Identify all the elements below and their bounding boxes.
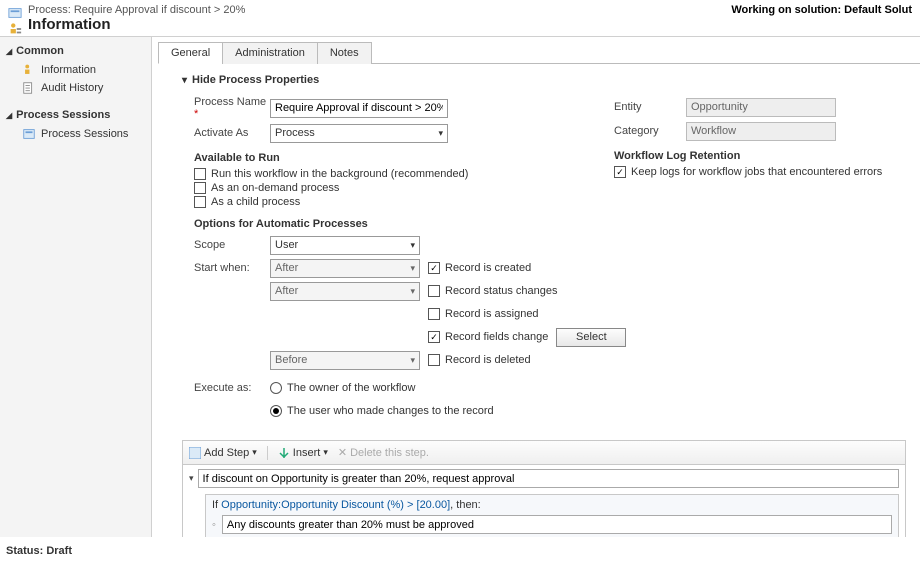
execute-as-label: Execute as: <box>194 382 270 394</box>
keep-logs-checkbox[interactable]: ✓Keep logs for workflow jobs that encoun… <box>614 166 882 178</box>
select-fields-button[interactable]: Select <box>556 328 626 347</box>
start-after-select-1[interactable]: After▾ <box>270 259 420 278</box>
inner-step-description-input[interactable] <box>222 515 892 534</box>
sidebar-item-information[interactable]: Information <box>6 61 145 79</box>
info-small-icon <box>22 63 36 77</box>
process-name-label: Process Name * <box>194 96 270 120</box>
record-deleted-checkbox[interactable]: Record is deleted <box>428 354 531 366</box>
scope-label: Scope <box>194 239 270 251</box>
sidebar-group-sessions[interactable]: ◢ Process Sessions <box>6 109 145 121</box>
execute-owner-radio[interactable]: The owner of the workflow <box>270 382 415 394</box>
activate-as-select[interactable]: Process▾ <box>270 124 448 143</box>
tabs: General Administration Notes <box>158 41 920 64</box>
sidebar: ◢ Common Information Audit History ◢ Pro… <box>0 37 152 537</box>
sidebar-item-sessions[interactable]: Process Sessions <box>6 125 145 143</box>
solution-label: Working on solution: Default Solut <box>731 4 912 36</box>
condition-block: If Opportunity:Opportunity Discount (%) … <box>205 494 899 537</box>
start-before-select[interactable]: Before▾ <box>270 351 420 370</box>
options-title: Options for Automatic Processes <box>194 218 906 230</box>
add-step-button[interactable]: Add Step▾ <box>189 447 257 459</box>
step-toolbar: Add Step▾ Insert▾ ✕ Delete this step. <box>182 440 906 464</box>
delete-step-button: ✕ Delete this step. <box>338 446 429 459</box>
log-retention-title: Workflow Log Retention <box>614 150 882 162</box>
condition-link[interactable]: Opportunity:Opportunity Discount (%) > [… <box>221 499 450 511</box>
process-title: Process: Require Approval if discount > … <box>28 4 245 16</box>
scope-select[interactable]: User▾ <box>270 236 420 255</box>
step-description-input[interactable] <box>198 469 899 488</box>
insert-icon <box>278 447 290 459</box>
start-after-select-2[interactable]: After▾ <box>270 282 420 301</box>
child-process-checkbox[interactable]: As a child process <box>194 196 554 208</box>
entity-label: Entity <box>614 101 686 113</box>
record-assigned-checkbox[interactable]: Record is assigned <box>428 308 539 320</box>
tab-general[interactable]: General <box>158 42 223 64</box>
tab-notes[interactable]: Notes <box>317 42 372 64</box>
sidebar-group-common[interactable]: ◢ Common <box>6 45 145 57</box>
condition-line: If Opportunity:Opportunity Discount (%) … <box>212 499 892 511</box>
status-bar: Status: Draft <box>6 545 72 557</box>
activate-as-label: Activate As <box>194 127 270 139</box>
run-background-checkbox[interactable]: Run this workflow in the background (rec… <box>194 168 554 180</box>
delete-icon: ✕ <box>338 446 347 459</box>
bullet-icon: ◦ <box>212 519 216 531</box>
start-when-label: Start when: <box>194 262 270 274</box>
record-status-checkbox[interactable]: Record status changes <box>428 285 558 297</box>
category-label: Category <box>614 125 686 137</box>
record-fields-checkbox[interactable]: ✓Record fields change <box>428 331 548 343</box>
step-editor: ▾ If Opportunity:Opportunity Discount (%… <box>182 464 906 537</box>
insert-button[interactable]: Insert▾ <box>278 447 328 459</box>
info-icon <box>8 22 22 36</box>
collapse-toggle[interactable]: Hide Process Properties <box>182 74 906 86</box>
audit-icon <box>22 81 36 95</box>
category-field: Workflow <box>686 122 836 141</box>
tab-administration[interactable]: Administration <box>222 42 318 64</box>
sessions-icon <box>22 127 36 141</box>
execute-user-radio[interactable]: The user who made changes to the record <box>270 405 494 417</box>
process-name-input[interactable] <box>270 99 448 118</box>
available-to-run-title: Available to Run <box>194 152 554 164</box>
add-step-icon <box>189 447 201 459</box>
record-created-checkbox[interactable]: ✓Record is created <box>428 262 531 274</box>
step-collapse-icon[interactable]: ▾ <box>189 473 194 484</box>
process-icon <box>8 6 22 20</box>
on-demand-checkbox[interactable]: As an on-demand process <box>194 182 554 194</box>
header: Process: Require Approval if discount > … <box>0 0 920 37</box>
page-title: Information <box>28 16 245 33</box>
entity-field: Opportunity <box>686 98 836 117</box>
sidebar-item-audit[interactable]: Audit History <box>6 79 145 97</box>
